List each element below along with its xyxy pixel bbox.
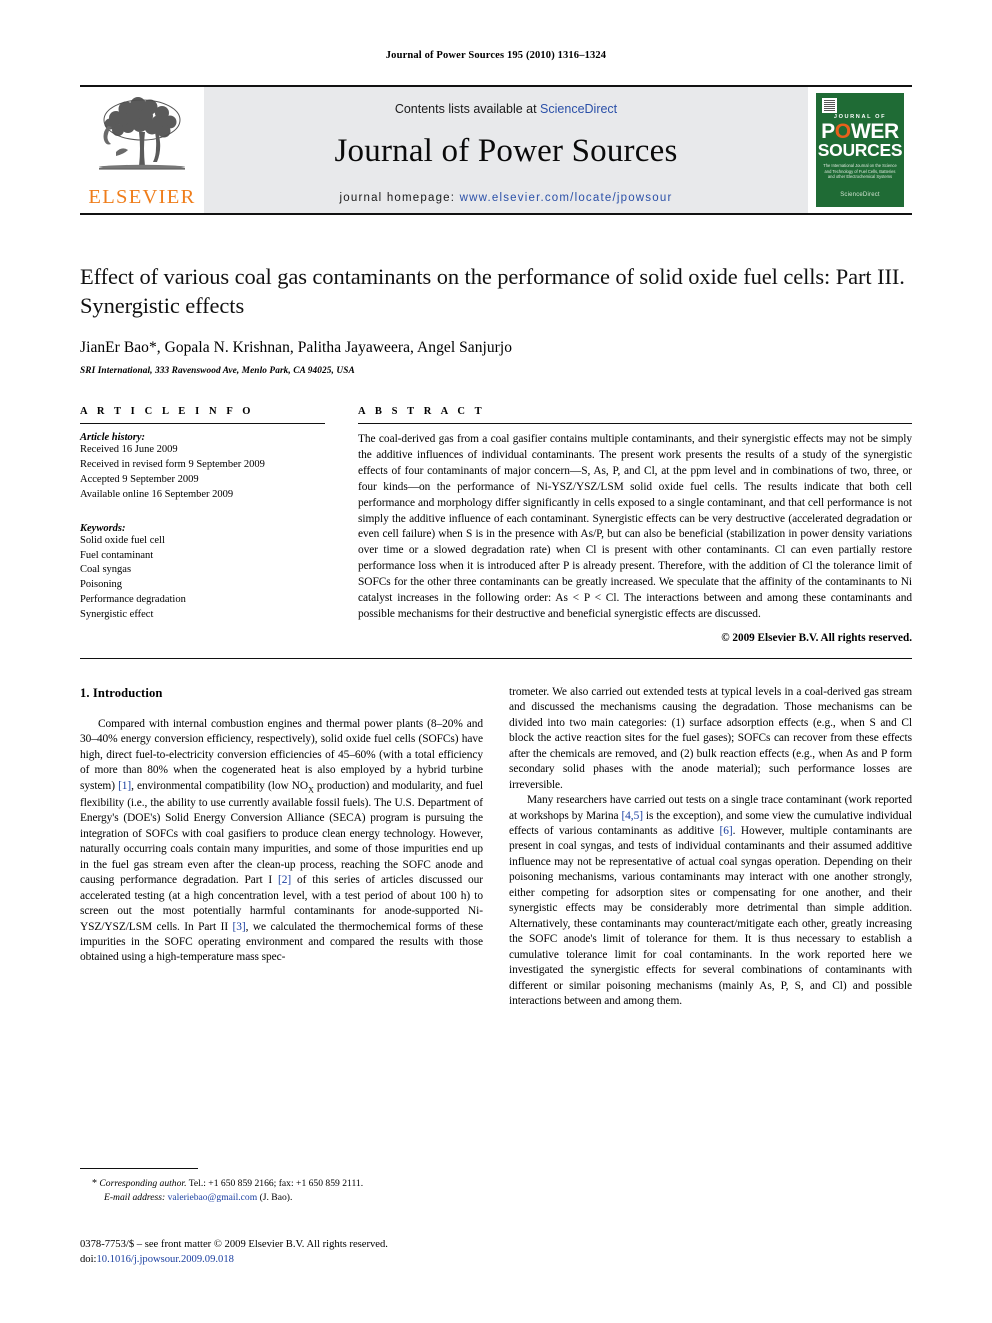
history-item: Available online 16 September 2009	[80, 488, 234, 500]
issn-line: 0378-7753/$ – see front matter © 2009 El…	[80, 1239, 388, 1250]
keyword-item: Fuel contaminant	[80, 549, 154, 561]
keyword-item: Poisoning	[80, 579, 123, 591]
affiliation: SRI International, 333 Ravenswood Ave, M…	[80, 366, 355, 377]
intro-paragraph-left: Compared with internal combustion engine…	[80, 717, 483, 966]
cover-sciencedirect-label: ScienceDirect	[840, 192, 880, 198]
email-owner: (J. Bao).	[257, 1192, 293, 1204]
abstract-rule	[358, 423, 912, 425]
intro2-text-c: . However, multiple contaminants are pre…	[509, 824, 912, 1007]
imprint-block: 0378-7753/$ – see front matter © 2009 El…	[80, 1237, 540, 1268]
footnote-area: * Corresponding author. Tel.: +1 650 859…	[80, 1168, 500, 1205]
elsevier-logo: ELSEVIER	[80, 87, 204, 213]
cover-artwork: JOURNAL OF POWER SOURCES The Internation…	[816, 93, 904, 207]
corresponding-author-label: Corresponding author.	[99, 1178, 187, 1189]
journal-title: Journal of Power Sources	[334, 133, 678, 169]
keyword-item: Solid oxide fuel cell	[80, 534, 165, 546]
copyright-line: © 2009 Elsevier B.V. All rights reserved…	[721, 631, 912, 644]
journal-homepage-line: journal homepage: www.elsevier.com/locat…	[340, 192, 673, 204]
elsevier-tree-icon	[90, 94, 194, 186]
intro-paragraph-right-2: Many researchers have carried out tests …	[509, 793, 912, 1009]
intro-paragraph-right-1: trometer. We also carried out extended t…	[509, 685, 912, 791]
keywords-block: Keywords: Solid oxide fuel cell Fuel con…	[80, 523, 325, 623]
keyword-item: Performance degradation	[80, 594, 186, 606]
email-link[interactable]: valeriebao@gmail.com	[168, 1192, 258, 1203]
citation-ref-1[interactable]: [1]	[118, 780, 131, 792]
author-list: JianEr Bao*, Gopala N. Krishnan, Palitha…	[80, 339, 513, 357]
doi-line: doi:10.1016/j.jpowsour.2009.09.018	[80, 1252, 540, 1267]
left-column: 1. Introduction Compared with internal c…	[80, 685, 483, 1085]
email-address-label: E-mail address:	[104, 1192, 166, 1204]
journal-cover-thumbnail: JOURNAL OF POWER SOURCES The Internation…	[808, 87, 912, 213]
footnote-rule	[80, 1168, 198, 1169]
citation-ref-6[interactable]: [6]	[720, 825, 733, 837]
history-item: Received in revised form 9 September 200…	[80, 458, 265, 470]
title-block: Effect of various coal gas contaminants …	[80, 262, 912, 376]
cover-subtitle: The International Journal on the Science…	[823, 163, 897, 180]
keyword-item: Synergistic effect	[80, 609, 154, 621]
citation-ref-3[interactable]: [3]	[233, 921, 246, 933]
homepage-label: journal homepage:	[339, 192, 456, 204]
cover-sciencedirect-mark: ScienceDirect	[816, 192, 904, 198]
journal-masthead: ELSEVIER Contents lists available at Sci…	[80, 85, 912, 215]
intro-text-c: production) and modularity, and fuel fle…	[80, 779, 483, 887]
history-item: Accepted 9 September 2009	[80, 473, 199, 485]
homepage-url-link[interactable]: www.elsevier.com/locate/jpowsour	[460, 192, 673, 204]
keyword-item: Coal syngas	[80, 564, 132, 576]
masthead-band: Contents lists available at ScienceDirec…	[204, 87, 808, 213]
history-item: Received 16 June 2009	[80, 444, 178, 456]
corresponding-author-contact: Tel.: +1 650 859 2166; fax: +1 650 859 2…	[186, 1178, 364, 1189]
footnote-star-marker: *	[92, 1178, 97, 1189]
cover-word-sources: SOURCES	[817, 140, 903, 160]
article-info-column: A R T I C L E I N F O Article history: R…	[80, 406, 325, 644]
article-info-rule	[80, 423, 325, 425]
cover-elsevier-badge-icon	[821, 97, 838, 114]
body-columns: 1. Introduction Compared with internal c…	[80, 685, 912, 1085]
article-info-heading: A R T I C L E I N F O	[80, 406, 255, 418]
abstract-heading: A B S T R A C T	[358, 406, 486, 418]
abstract-text: The coal-derived gas from a coal gasifie…	[358, 433, 912, 620]
doi-label: doi:	[80, 1254, 97, 1266]
page-title: Effect of various coal gas contaminants …	[80, 264, 905, 319]
cover-word-power: POWER	[816, 121, 904, 142]
introduction-heading: 1. Introduction	[80, 685, 163, 700]
contents-prefix: Contents lists available at	[394, 102, 541, 116]
contents-available-line: Contents lists available at ScienceDirec…	[395, 102, 617, 116]
citation-ref-2[interactable]: [2]	[278, 874, 291, 886]
article-history-label: Article history:	[80, 432, 146, 444]
intro-text-b: , environmental compatibility (low NO	[131, 779, 309, 792]
abstract-column: A B S T R A C T The coal-derived gas fro…	[358, 406, 912, 644]
article-page: Journal of Power Sources 195 (2010) 1316…	[0, 0, 992, 1323]
keywords-label: Keywords:	[80, 522, 126, 534]
elsevier-wordmark: ELSEVIER	[88, 185, 196, 208]
corresponding-author-note: * Corresponding author. Tel.: +1 650 859…	[80, 1177, 500, 1205]
citation-ref-4-5[interactable]: [4,5]	[621, 810, 643, 822]
doi-link[interactable]: 10.1016/j.jpowsour.2009.09.018	[96, 1254, 233, 1265]
section-divider	[80, 657, 912, 659]
right-column: trometer. We also carried out extended t…	[509, 685, 912, 1085]
sciencedirect-link[interactable]: ScienceDirect	[540, 102, 617, 116]
running-head: Journal of Power Sources 195 (2010) 1316…	[385, 50, 607, 61]
info-abstract-row: A R T I C L E I N F O Article history: R…	[80, 406, 912, 644]
